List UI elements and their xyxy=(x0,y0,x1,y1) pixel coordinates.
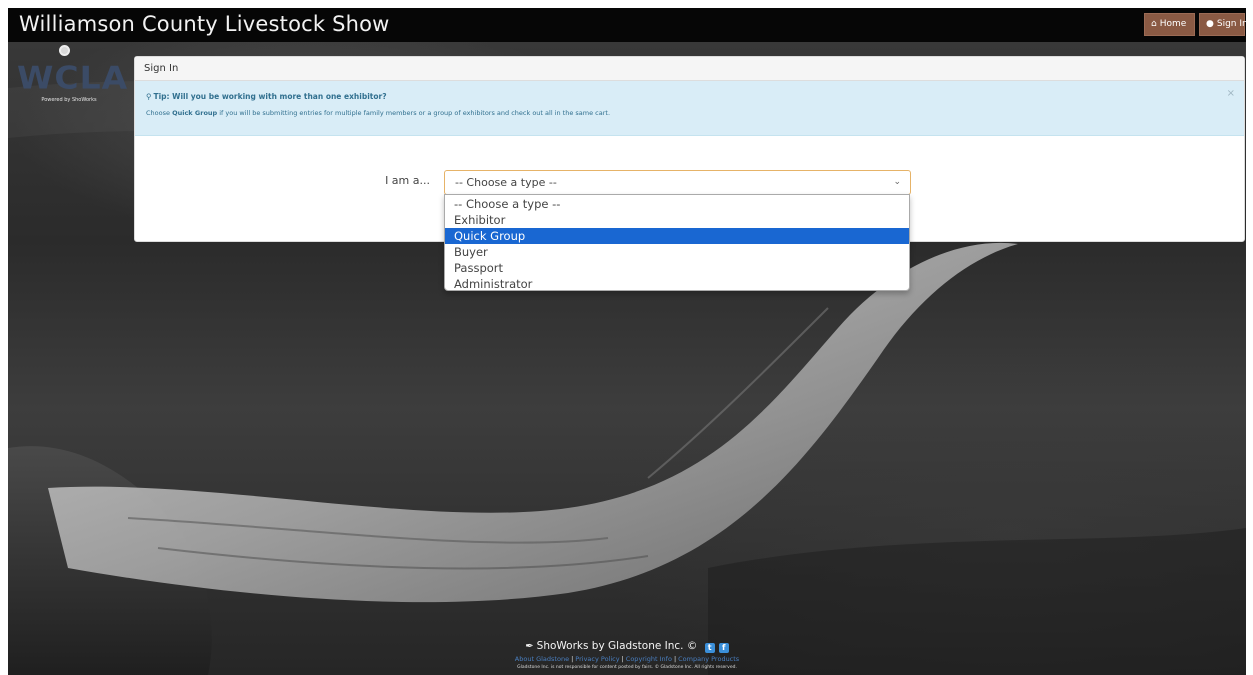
sign-in-button-label: Sign In xyxy=(1216,19,1246,29)
top-navbar: Williamson County Livestock Show ⌂ Home ●… xyxy=(8,8,1246,42)
user-type-label: I am a... xyxy=(385,174,430,187)
footer-separator: | xyxy=(571,655,574,663)
footer-brand-text: ShoWorks by Gladstone Inc. © xyxy=(536,640,698,652)
feather-icon: ✒ xyxy=(525,641,534,652)
user-type-select[interactable]: -- Choose a type -- ⌄ xyxy=(444,170,911,195)
dropdown-option-quick-group[interactable]: Quick Group xyxy=(445,228,909,244)
powered-by-text: Powered by ShoWorks xyxy=(41,97,97,103)
dropdown-option-buyer[interactable]: Buyer xyxy=(445,244,909,260)
chevron-down-icon: ⌄ xyxy=(893,177,901,187)
logo-mark: WCLA xyxy=(17,59,129,97)
user-icon: ● xyxy=(1206,19,1214,29)
footer-links: About Gladstone | Privacy Policy | Copyright… xyxy=(8,655,1246,664)
twitter-icon[interactable]: t xyxy=(704,643,715,653)
site-title[interactable]: Williamson County Livestock Show xyxy=(19,12,390,36)
user-type-dropdown-list: -- Choose a type -- Exhibitor Quick Grou… xyxy=(444,194,910,291)
dropdown-option-exhibitor[interactable]: Exhibitor xyxy=(445,212,909,228)
close-icon[interactable]: × xyxy=(1227,89,1235,99)
tip-body-suffix: if you will be submitting entries for mu… xyxy=(217,109,611,117)
panel-heading: Sign In xyxy=(135,57,1244,81)
footer-link-about[interactable]: About Gladstone xyxy=(515,655,569,663)
dropdown-option-passport[interactable]: Passport xyxy=(445,260,909,276)
footer-disclaimer: Gladstone Inc. is not responsible for co… xyxy=(517,665,737,670)
footer-separator: | xyxy=(673,655,677,663)
sign-in-button[interactable]: ● Sign In xyxy=(1199,13,1246,36)
footer-link-copyright[interactable]: Copyright Info xyxy=(626,655,672,663)
home-icon: ⌂ xyxy=(1151,19,1157,29)
page-background: Williamson County Livestock Show ⌂ Home ●… xyxy=(8,8,1246,675)
dropdown-option-choose[interactable]: -- Choose a type -- xyxy=(445,196,909,212)
tip-body: Choose Quick Group if you will be submit… xyxy=(146,109,1244,117)
home-button[interactable]: ⌂ Home xyxy=(1144,13,1195,36)
facebook-icon[interactable]: f xyxy=(718,643,729,653)
lightbulb-icon: ⚲ xyxy=(146,92,152,101)
user-type-select-value: -- Choose a type -- xyxy=(455,176,557,189)
tip-body-bold: Quick Group xyxy=(172,109,218,117)
footer: ✒ ShoWorks by Gladstone Inc. © tf About G… xyxy=(8,638,1246,671)
footer-link-privacy[interactable]: Privacy Policy xyxy=(575,655,619,663)
circle-icon xyxy=(59,45,70,56)
wcla-logo: WCLA Powered by ShoWorks xyxy=(17,59,129,103)
dropdown-option-administrator[interactable]: Administrator xyxy=(445,276,909,292)
tip-title: ⚲ Tip: Will you be working with more than… xyxy=(146,92,1244,101)
footer-link-products[interactable]: Company Products xyxy=(678,655,739,663)
footer-main: ✒ ShoWorks by Gladstone Inc. © tf xyxy=(8,638,1246,654)
tip-title-text: Tip: Will you be working with more than … xyxy=(153,92,387,101)
footer-separator: | xyxy=(621,655,624,663)
tip-alert: ⚲ Tip: Will you be working with more than… xyxy=(135,81,1244,136)
home-button-label: Home xyxy=(1159,19,1187,29)
tip-body-prefix: Choose xyxy=(146,109,173,117)
